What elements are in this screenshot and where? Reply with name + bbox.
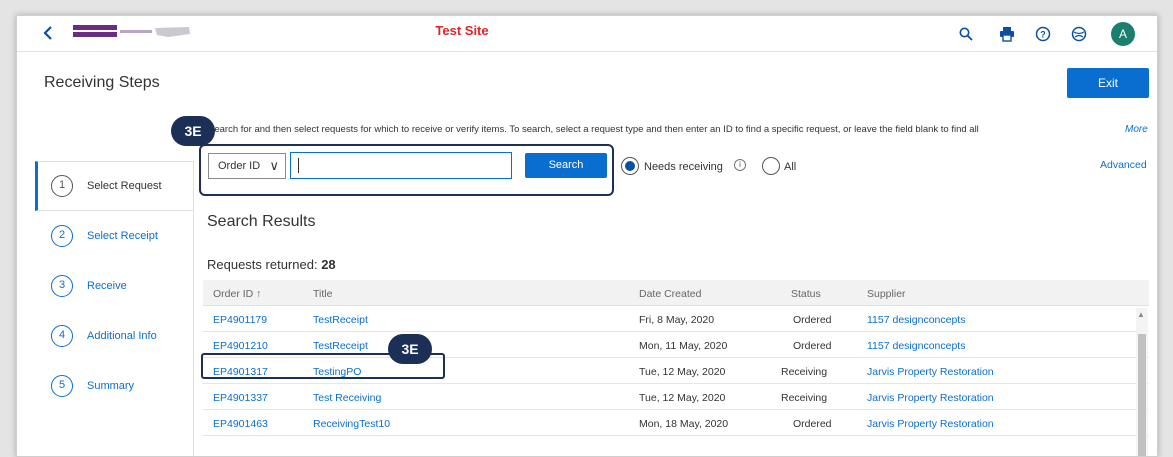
status: Ordered [793, 340, 832, 352]
sidebar-divider [193, 161, 194, 456]
supplier-link[interactable]: 1157 designconcepts [867, 314, 965, 326]
step-number: 2 [51, 225, 73, 247]
step-receive[interactable]: 3 Receive [35, 261, 193, 311]
top-bar: Test Site ? A [17, 16, 1157, 52]
title-link[interactable]: Test Receiving [313, 392, 381, 404]
request-type-select[interactable]: Order ID ∨ [208, 153, 286, 179]
needs-receiving-radio[interactable] [621, 157, 639, 175]
exit-button[interactable]: Exit [1067, 68, 1149, 98]
column-header-supplier[interactable]: Supplier [867, 288, 906, 300]
nc-eprocurement-logo [73, 25, 190, 37]
needs-receiving-label: Needs receiving [644, 161, 723, 173]
step-select-receipt[interactable]: 2 Select Receipt [35, 211, 193, 261]
step-badge: 3E [388, 334, 432, 364]
step-label: Receive [87, 280, 127, 292]
svg-text:?: ? [1040, 30, 1046, 40]
order-id-link[interactable]: EP4901337 [213, 392, 268, 404]
table-row[interactable]: EP4901337 Test Receiving Tue, 12 May, 20… [203, 384, 1149, 410]
step-number: 1 [51, 175, 73, 197]
user-avatar[interactable]: A [1111, 22, 1135, 46]
date-created: Fri, 8 May, 2020 [639, 314, 715, 326]
all-radio[interactable] [762, 157, 780, 175]
globe-icon[interactable] [1071, 26, 1087, 42]
title-link[interactable]: TestReceipt [313, 314, 368, 326]
back-icon[interactable] [41, 24, 57, 42]
results-count-label: Requests returned: [207, 257, 318, 272]
table-row[interactable]: EP4901179 TestReceipt Fri, 8 May, 2020 O… [203, 306, 1149, 332]
search-icon[interactable] [958, 26, 974, 42]
status: Ordered [793, 314, 832, 326]
results-title: Search Results [207, 213, 316, 230]
all-label: All [784, 161, 797, 173]
search-input[interactable] [290, 152, 512, 179]
step-select-request[interactable]: 1 Select Request [35, 161, 194, 211]
status: Receiving [781, 366, 828, 378]
date-created: Mon, 11 May, 2020 [639, 340, 728, 352]
title-link[interactable]: ReceivingTest10 [313, 418, 390, 430]
column-header-date-created[interactable]: Date Created [639, 288, 701, 300]
step-badge: 3E [171, 116, 215, 146]
step-label: Summary [87, 380, 135, 392]
date-created: Tue, 12 May, 2020 [639, 366, 726, 378]
results-count-value: 28 [321, 257, 336, 272]
more-link[interactable]: More [1125, 124, 1148, 135]
print-icon[interactable] [999, 26, 1015, 42]
supplier-link[interactable]: Jarvis Property Restoration [867, 392, 994, 404]
page-title: Receiving Steps [44, 74, 160, 91]
advanced-link[interactable]: Advanced [1100, 159, 1147, 171]
steps-sidebar: 1 Select Request 2 Select Receipt 3 Rece… [35, 161, 194, 411]
table-header: Order ID ↑ Title Date Created Status Sup… [203, 280, 1149, 306]
step-label: Select Request [87, 180, 162, 192]
step-number: 3 [51, 275, 73, 297]
search-instructions: Search for and then select requests for … [208, 124, 979, 135]
title-link[interactable]: TestReceipt [313, 340, 368, 352]
app-window: Test Site ? A Receiving Steps Exit Searc… [16, 15, 1158, 457]
help-icon[interactable]: ? [1035, 26, 1051, 42]
results-count: Requests returned: 28 [207, 257, 336, 272]
step-additional-info[interactable]: 4 Additional Info [35, 311, 193, 361]
step-number: 5 [51, 375, 73, 397]
table-row[interactable]: EP4901463 ReceivingTest10 Mon, 18 May, 2… [203, 410, 1149, 436]
status: Ordered [793, 418, 832, 430]
supplier-link[interactable]: Jarvis Property Restoration [867, 418, 994, 430]
chevron-down-icon: ∨ [269, 158, 279, 173]
date-created: Tue, 12 May, 2020 [639, 392, 726, 404]
search-button[interactable]: Search [525, 153, 607, 178]
column-header-title[interactable]: Title [313, 288, 332, 300]
supplier-link[interactable]: Jarvis Property Restoration [867, 366, 994, 378]
order-id-link[interactable]: EP4901179 [213, 314, 267, 326]
step-label: Additional Info [87, 330, 157, 342]
scrollbar-thumb[interactable] [1138, 334, 1146, 456]
step-number: 4 [51, 325, 73, 347]
step-summary[interactable]: 5 Summary [35, 361, 193, 411]
step-label: Select Receipt [87, 230, 158, 242]
request-type-value: Order ID [218, 160, 261, 172]
order-id-link[interactable]: EP4901463 [213, 418, 268, 430]
text-cursor [298, 158, 299, 173]
order-id-link[interactable]: EP4901210 [213, 340, 268, 352]
column-header-order-id[interactable]: Order ID ↑ [213, 288, 261, 300]
column-header-status[interactable]: Status [791, 288, 821, 300]
date-created: Mon, 18 May, 2020 [639, 418, 729, 430]
info-icon[interactable]: i [734, 159, 746, 171]
status: Receiving [781, 392, 828, 404]
supplier-link[interactable]: 1157 designconcepts [867, 340, 965, 352]
scroll-up-arrow-icon[interactable]: ▲ [1137, 310, 1145, 319]
site-title: Test Site [435, 23, 489, 38]
